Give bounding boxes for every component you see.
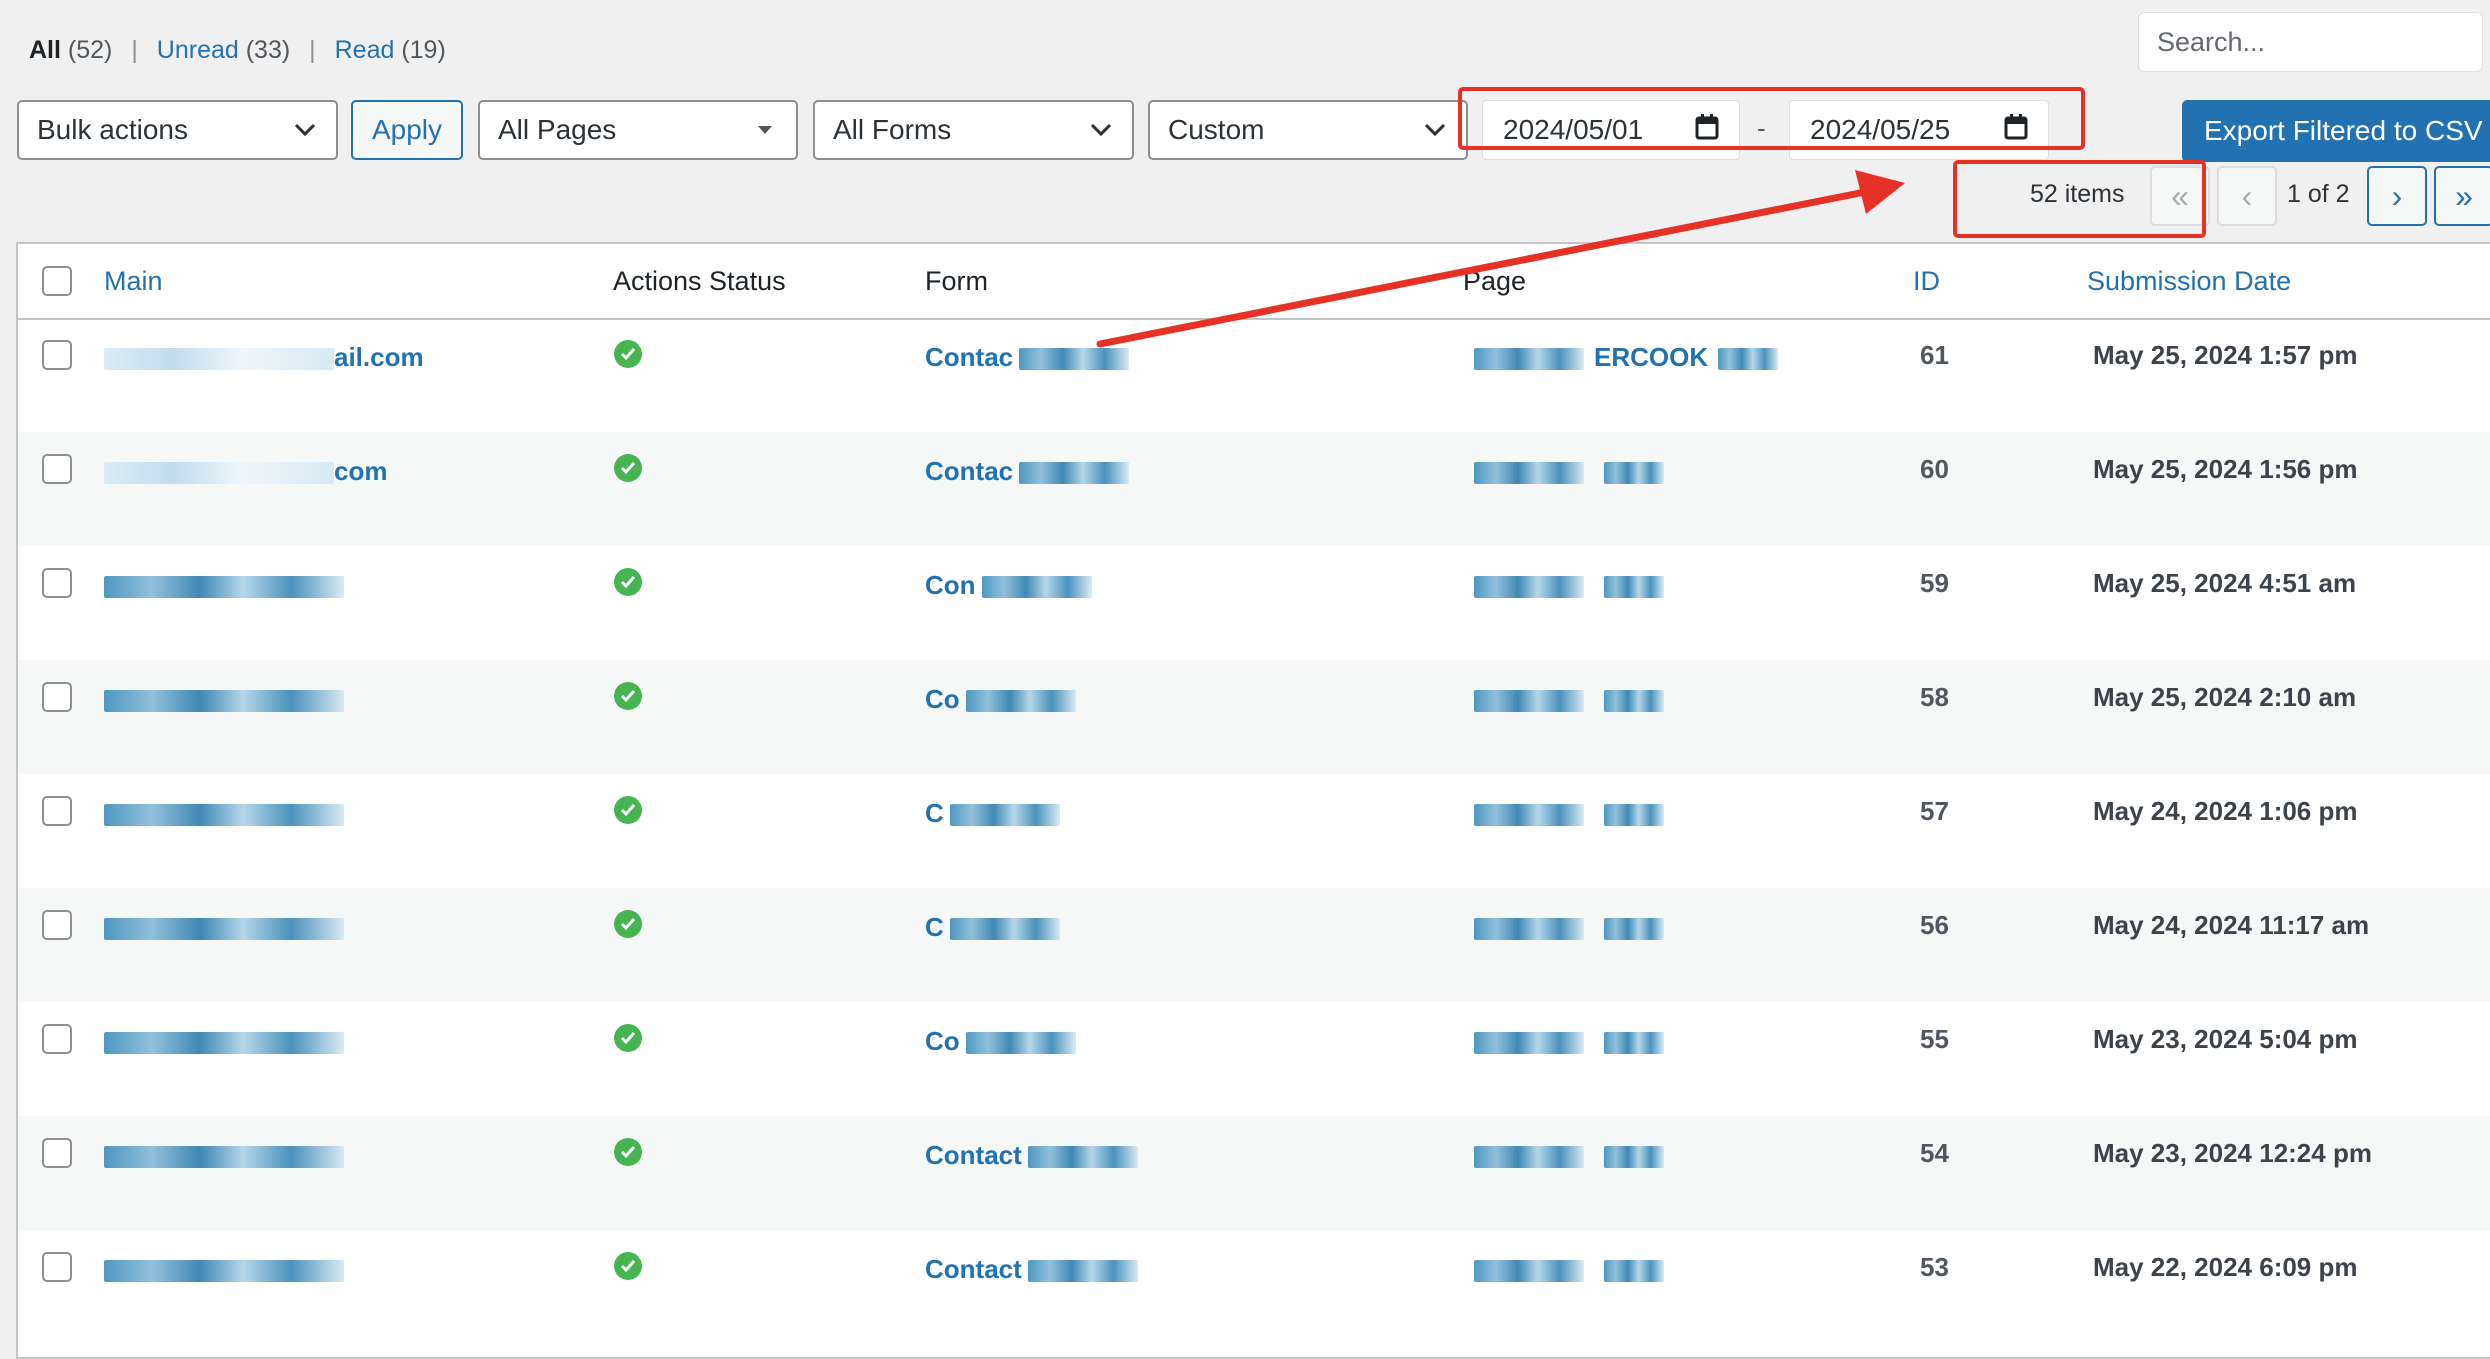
arrow-annotation xyxy=(1096,170,1905,348)
